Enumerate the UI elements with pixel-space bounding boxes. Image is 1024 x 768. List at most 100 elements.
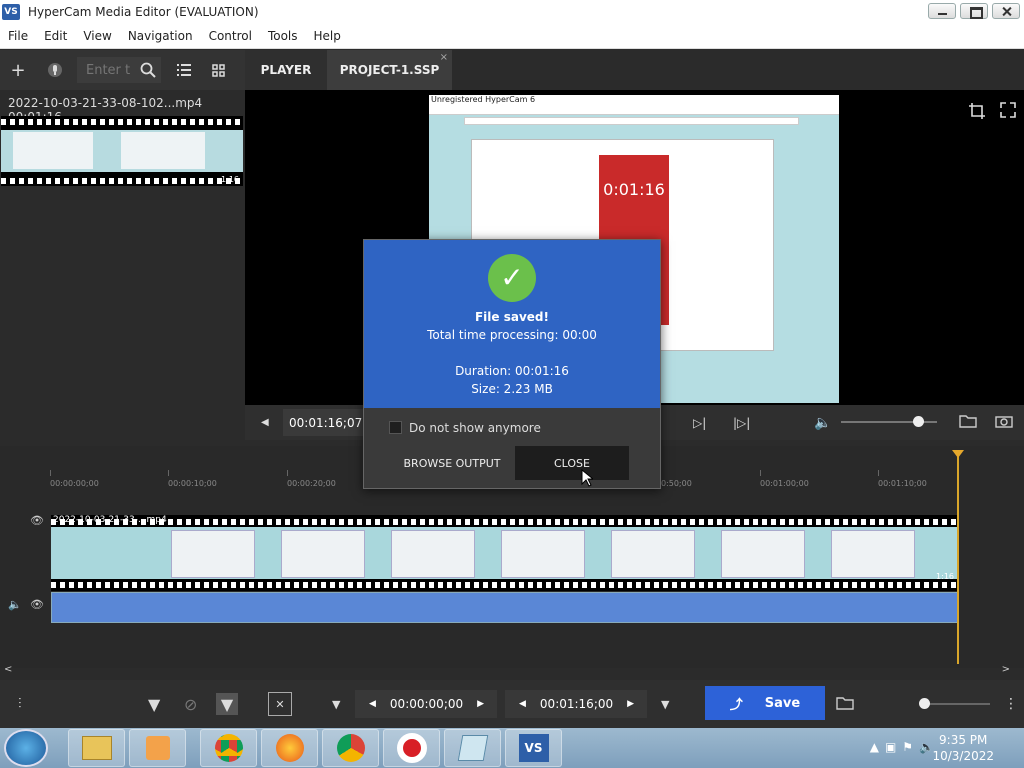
output-folder-icon[interactable] [836, 695, 854, 714]
app-window: VS HyperCam Media Editor (EVALUATION) Fi… [0, 0, 1024, 728]
step-forward-icon[interactable]: ▷| [693, 416, 706, 430]
menu-edit[interactable]: Edit [36, 29, 75, 43]
volume-icon[interactable]: 🔈 [814, 415, 831, 431]
menu-view[interactable]: View [75, 29, 119, 43]
clear-filter-icon[interactable]: ⊘ [184, 695, 197, 714]
record-icon [396, 733, 427, 763]
menu-help[interactable]: Help [306, 29, 349, 43]
volume-slider[interactable] [841, 416, 937, 427]
list-view-icon[interactable] [172, 58, 196, 82]
media-player-icon [145, 736, 170, 760]
folder-icon[interactable] [959, 413, 977, 432]
crop-icon[interactable] [968, 102, 986, 125]
notepad-icon [457, 735, 488, 761]
taskbar-explorer[interactable] [68, 729, 125, 767]
close-button[interactable]: CLOSE [515, 446, 629, 480]
close-window-button[interactable] [992, 3, 1020, 19]
volume-knob[interactable] [913, 416, 924, 427]
thumb-duration: 1:16 [221, 175, 239, 184]
do-not-show-label[interactable]: Do not show anymore [409, 421, 541, 435]
firefox-icon [275, 734, 304, 762]
fullscreen-icon[interactable] [1000, 102, 1016, 125]
next-marker-icon[interactable]: |▷| [733, 416, 750, 430]
tray-expand-icon[interactable]: ▲ [870, 740, 879, 754]
media-panel: 2022-10-03-21-33-08-102...mp4 00:01:16 1… [0, 90, 245, 440]
maximize-button[interactable] [960, 3, 988, 19]
mixer-icon[interactable]: ⫶ [18, 696, 22, 712]
taskbar-hypercam[interactable]: VS [505, 729, 562, 767]
taskbar-recorder[interactable] [383, 729, 440, 767]
processing-time: Total time processing: 00:00 [427, 328, 597, 342]
chrome-icon [214, 734, 243, 762]
zoom-slider[interactable] [919, 698, 990, 709]
action-center-icon[interactable]: ⚑ [902, 740, 913, 754]
start-time: 00:00:00;00 [389, 697, 464, 711]
ruler-label: 00:00:00;00 [50, 479, 99, 488]
scroll-right-icon[interactable]: > [1002, 664, 1010, 675]
filter-icon[interactable]: ▼ [148, 695, 160, 714]
success-check-icon: ✓ [488, 254, 536, 302]
media-thumbnail[interactable]: 1:16 [1, 116, 243, 186]
end-next-icon[interactable]: ▶ [613, 699, 648, 709]
menu-navigation[interactable]: Navigation [120, 29, 201, 43]
microphone-icon[interactable] [43, 58, 67, 82]
video-visibility-icon[interactable]: 👁 [30, 514, 44, 527]
end-prev-icon[interactable]: ◀ [505, 699, 540, 709]
plus-icon[interactable]: + [6, 58, 30, 82]
network-icon[interactable]: ▣ [885, 740, 896, 754]
close-tab-icon[interactable]: × [440, 52, 448, 63]
prev-frame-icon[interactable]: ◀ [261, 417, 269, 428]
audio-track[interactable] [51, 592, 958, 623]
taskbar-firefox[interactable] [261, 729, 318, 767]
taskbar-notepad[interactable] [444, 729, 501, 767]
tab-project[interactable]: PROJECT-1.SSP × [327, 50, 452, 90]
marker-icon[interactable]: ▼ [332, 698, 340, 711]
minimize-button[interactable] [928, 3, 956, 19]
clock-time: 9:35 PM [939, 733, 988, 747]
menu-bar: File Edit View Navigation Control Tools … [0, 23, 1024, 49]
audio-mute-icon[interactable]: 🔈 [8, 598, 22, 611]
menu-file[interactable]: File [0, 29, 36, 43]
video-clip[interactable]: 2022-10-03-21-33-...mp4 1:16 [51, 515, 958, 591]
ruler-label: 00:01:10;00 [878, 479, 927, 488]
snapshot-icon[interactable] [995, 413, 1013, 432]
browse-output-button[interactable]: BROWSE OUTPUT [392, 446, 512, 480]
taskbar: VS ▲ ▣ ⚑ 🔈 9:35 PM 10/3/2022 [0, 728, 1024, 768]
app-icon: VS [2, 3, 20, 20]
menu-tools[interactable]: Tools [260, 29, 306, 43]
scroll-left-icon[interactable]: < [4, 664, 12, 675]
playhead[interactable] [952, 450, 964, 664]
clock[interactable]: 9:35 PM 10/3/2022 [932, 732, 994, 764]
menu-control[interactable]: Control [201, 29, 260, 43]
mute-clip-icon[interactable]: ✕ [268, 692, 292, 716]
do-not-show-checkbox[interactable] [389, 421, 402, 434]
search-icon[interactable] [136, 58, 160, 82]
more-options-icon[interactable]: ⋮ [1004, 696, 1018, 712]
start-button[interactable] [4, 729, 48, 767]
dialog-title: File saved! [474, 310, 549, 324]
file-saved-dialog: ✓ File saved! Total time processing: 00:… [363, 239, 661, 489]
grid-view-icon[interactable] [206, 58, 230, 82]
duration-text: Duration: 00:01:16 [455, 364, 569, 378]
out-marker-icon[interactable]: ▼ [661, 698, 669, 711]
taskbar-chrome-profile[interactable] [322, 729, 379, 767]
ruler-label: 00:00:10;00 [168, 479, 217, 488]
end-time-field[interactable]: ◀ 00:01:16;00 ▶ [505, 690, 647, 718]
start-prev-icon[interactable]: ◀ [355, 699, 390, 709]
size-text: Size: 2.23 MB [471, 382, 553, 396]
start-next-icon[interactable]: ▶ [463, 699, 498, 709]
zoom-knob[interactable] [919, 698, 930, 709]
player-timecode[interactable]: 00:01:16;07 [283, 409, 369, 436]
chrome-profile-icon [336, 734, 365, 762]
ruler-label: 00:00:20;00 [287, 479, 336, 488]
save-button[interactable]: ⤴ Save [705, 686, 825, 720]
taskbar-chrome[interactable] [200, 729, 257, 767]
filter-active-icon[interactable]: ▼ [216, 693, 238, 715]
taskbar-media-player[interactable] [129, 729, 186, 767]
audio-visibility-icon[interactable]: 👁 [30, 598, 44, 611]
tab-player[interactable]: PLAYER [245, 50, 327, 90]
start-time-field[interactable]: ◀ 00:00:00;00 ▶ [355, 690, 497, 718]
media-toolbar: + [0, 50, 245, 90]
title-bar: VS HyperCam Media Editor (EVALUATION) [0, 0, 1024, 23]
dialog-header: ✓ File saved! Total time processing: 00:… [364, 240, 660, 408]
